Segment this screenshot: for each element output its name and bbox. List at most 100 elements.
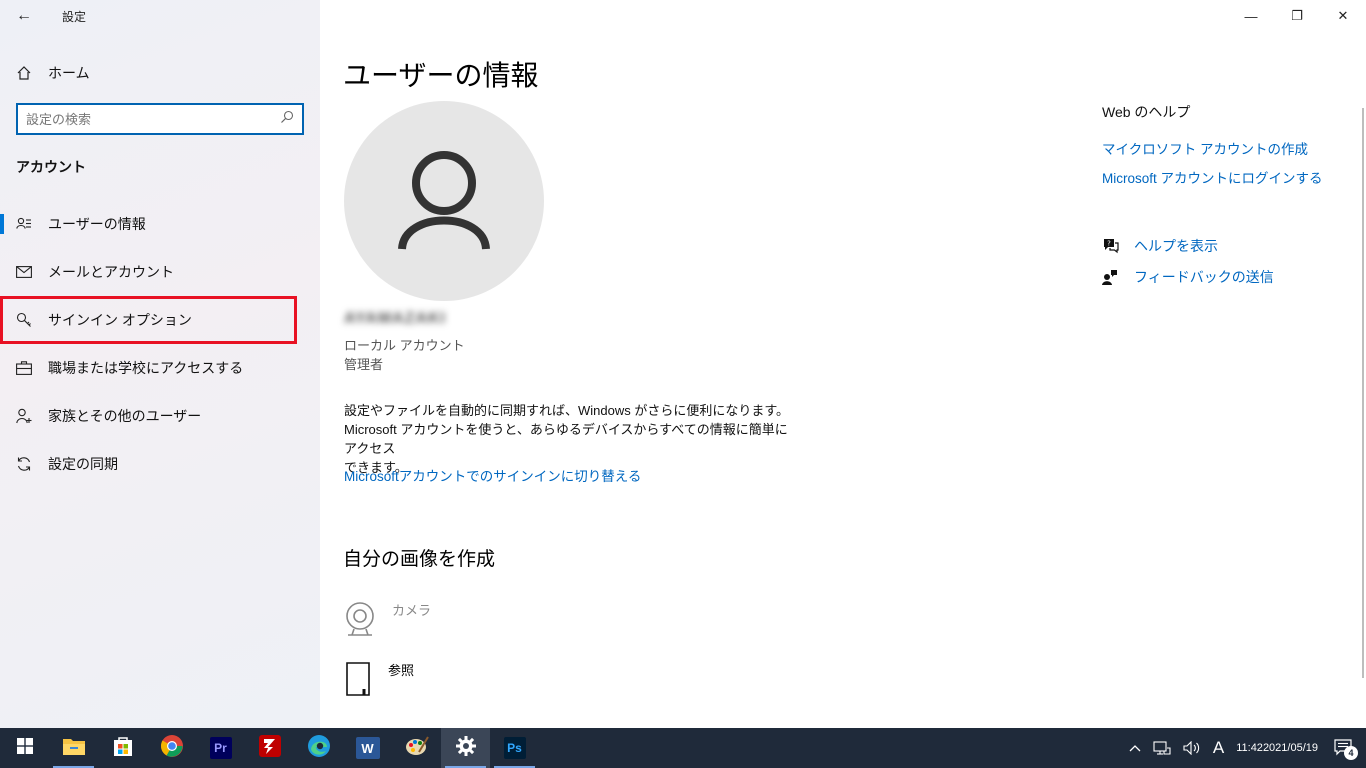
chevron-up-icon: [1129, 745, 1141, 752]
taskbar-store[interactable]: [98, 728, 147, 768]
back-arrow-icon: ←: [16, 7, 32, 24]
sidebar-nav: ユーザーの情報 メールとアカウント サインイン オプション 職場または学校にアク…: [0, 200, 320, 488]
description-line: Microsoft アカウントを使うと、あらゆるデバイスからすべての情報に簡単に…: [344, 422, 788, 456]
chrome-icon: [160, 734, 184, 763]
store-bag-icon: [112, 735, 134, 762]
switch-to-microsoft-account-link[interactable]: Microsoftアカウントでのサインインに切り替える: [344, 465, 641, 485]
briefcase-icon: [0, 361, 48, 375]
person-card-icon: [0, 216, 48, 232]
system-tray: A 11:42 2021/05/19 4: [1123, 728, 1366, 768]
picture-section-title: 自分の画像を作成: [343, 549, 496, 570]
chat-help-icon: ?: [1102, 238, 1134, 254]
show-hidden-icons-button[interactable]: [1123, 728, 1147, 768]
web-help-panel: Web のヘルプ マイクロソフト アカウントの作成 Microsoft アカウン…: [1102, 102, 1342, 196]
minimize-icon: —: [1244, 8, 1258, 24]
taskbar-settings[interactable]: [441, 728, 490, 768]
sidebar-item-your-info[interactable]: ユーザーの情報: [0, 200, 320, 248]
show-help-action[interactable]: ? ヘルプを表示: [1102, 230, 1274, 261]
taskbar-apps: Pr W Ps: [0, 728, 539, 768]
network-button[interactable]: [1147, 728, 1177, 768]
login-microsoft-account-link[interactable]: Microsoft アカウントにログインする: [1102, 167, 1342, 187]
scrollbar[interactable]: [1362, 108, 1364, 678]
word-icon: W: [355, 737, 380, 759]
sidebar-item-email[interactable]: メールとアカウント: [0, 248, 320, 296]
main-content: — ❐ ✕ ユーザーの情報 AYAMAZAKI ローカル アカウント 管理者 設…: [320, 0, 1366, 728]
send-feedback-link[interactable]: フィードバックの送信: [1134, 267, 1274, 287]
page-title: ユーザーの情報: [343, 60, 539, 91]
back-button[interactable]: ←: [0, 0, 48, 32]
close-button[interactable]: ✕: [1320, 0, 1366, 32]
send-feedback-action[interactable]: フィードバックの送信: [1102, 261, 1274, 292]
notification-badge: 4: [1344, 746, 1358, 760]
title-bar: ← 設定: [0, 0, 320, 32]
close-icon: ✕: [1337, 8, 1349, 23]
taskbar: Pr W Ps A 11:42 2021/05/19 4: [0, 728, 1366, 768]
sync-icon: [0, 456, 48, 472]
svg-text:?: ?: [1107, 239, 1111, 247]
taskbar-chrome[interactable]: [147, 728, 196, 768]
taskbar-photoshop[interactable]: Ps: [490, 728, 539, 768]
gear-icon: [455, 735, 476, 761]
windows-logo-icon: [16, 737, 33, 759]
speaker-icon: [1183, 741, 1200, 755]
maximize-button[interactable]: ❐: [1274, 0, 1320, 32]
taskbar-premiere[interactable]: Pr: [196, 728, 245, 768]
taskbar-word[interactable]: W: [343, 728, 392, 768]
taskbar-edge[interactable]: [294, 728, 343, 768]
sidebar-item-family[interactable]: 家族とその他のユーザー: [0, 392, 320, 440]
home-icon: [0, 65, 48, 81]
camera-label: カメラ: [392, 603, 432, 618]
window-controls: — ❐ ✕: [1228, 0, 1366, 32]
file-icon: [344, 662, 372, 701]
sidebar-item-sign-in-options[interactable]: サインイン オプション: [0, 296, 297, 344]
taskbar-file-explorer[interactable]: [49, 728, 98, 768]
notification-center-button[interactable]: 4: [1324, 728, 1366, 768]
camera-option[interactable]: カメラ: [344, 602, 431, 641]
webcam-icon: [344, 602, 376, 641]
browse-label: 参照: [388, 663, 415, 678]
restore-icon: ❐: [1291, 8, 1303, 23]
photoshop-icon: Ps: [503, 737, 526, 759]
edge-icon: [307, 734, 331, 763]
sidebar-item-work-school[interactable]: 職場または学校にアクセスする: [0, 344, 320, 392]
ime-indicator[interactable]: A: [1207, 728, 1230, 768]
sidebar-item-label: 設定の同期: [48, 456, 118, 472]
settings-search[interactable]: [16, 103, 304, 135]
sidebar-item-sync[interactable]: 設定の同期: [0, 440, 320, 488]
taskbar-filezilla[interactable]: [245, 728, 294, 768]
create-microsoft-account-link[interactable]: マイクロソフト アカウントの作成: [1102, 138, 1342, 158]
sidebar-item-label: 職場または学校にアクセスする: [48, 360, 244, 376]
clock-time: 11:42: [1236, 741, 1263, 754]
search-input[interactable]: [26, 111, 280, 127]
taskbar-paint[interactable]: [392, 728, 441, 768]
feedback-person-icon: [1102, 269, 1134, 285]
show-help-link[interactable]: ヘルプを表示: [1134, 236, 1218, 256]
user-silhouette-icon: [398, 151, 490, 250]
description-line: 設定やファイルを自動的に同期すれば、Windows がさらに便利になります。: [344, 403, 790, 418]
nav-home-label: ホーム: [48, 65, 90, 81]
help-actions: ? ヘルプを表示 フィードバックの送信: [1102, 230, 1274, 292]
user-name: AYAMAZAKI: [344, 310, 447, 327]
minimize-button[interactable]: —: [1228, 0, 1274, 32]
filezilla-icon: [258, 734, 281, 762]
app-title: 設定: [62, 9, 87, 24]
clock-date: 2021/05/19: [1262, 741, 1318, 754]
settings-sidebar: ← 設定 ホーム アカウント ユーザーの情報 メールとアカウント: [0, 0, 320, 728]
volume-button[interactable]: [1177, 728, 1207, 768]
folder-icon: [62, 736, 86, 761]
premiere-icon: Pr: [209, 737, 232, 759]
clock[interactable]: 11:42 2021/05/19: [1230, 728, 1324, 768]
sidebar-item-label: メールとアカウント: [48, 264, 174, 280]
nav-home[interactable]: ホーム: [0, 56, 320, 90]
account-type: ローカル アカウント: [344, 338, 465, 353]
sidebar-item-label: ユーザーの情報: [48, 216, 146, 232]
person-add-icon: [0, 408, 48, 424]
browse-option[interactable]: 参照: [344, 662, 414, 701]
sidebar-section-title: アカウント: [16, 159, 86, 175]
search-icon[interactable]: [280, 110, 294, 129]
network-icon: [1153, 741, 1171, 755]
sidebar-item-label: 家族とその他のユーザー: [48, 408, 202, 424]
start-button[interactable]: [0, 728, 49, 768]
mail-icon: [0, 266, 48, 278]
web-help-title: Web のヘルプ: [1102, 104, 1191, 120]
